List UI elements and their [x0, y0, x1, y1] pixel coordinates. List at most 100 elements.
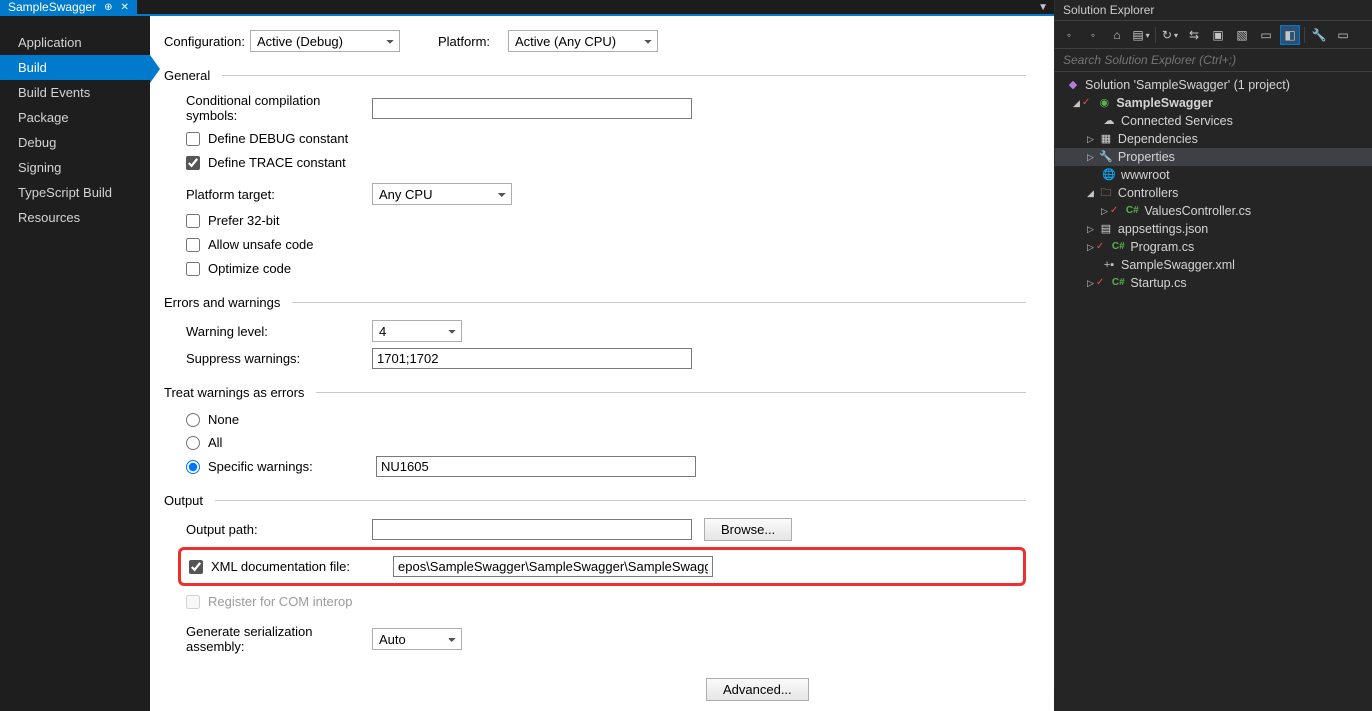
folder-icon: 🗀	[1098, 184, 1114, 202]
tab-sampleswagger[interactable]: SampleSwagger ⊕ ✕	[0, 0, 137, 14]
solution-explorer: Solution Explorer ◦ ◦ ⌂ ▤ ↻ ⇆ ▣ ▧ ▭ ◧ 🔧 …	[1054, 0, 1372, 689]
define-debug-checkbox[interactable]	[186, 132, 200, 146]
xml-doc-highlight: XML documentation file:	[178, 547, 1026, 586]
expander-icon[interactable]: ▷	[1087, 148, 1094, 166]
home-icon[interactable]: ⌂	[1107, 25, 1127, 45]
prefer32-checkbox[interactable]	[186, 214, 200, 228]
treat-none-radio[interactable]	[186, 413, 200, 427]
tree-project[interactable]: ◢ ✓ ◉ SampleSwagger	[1055, 94, 1372, 112]
tree-values-controller[interactable]: ▷ ✓ C# ValuesController.cs	[1055, 202, 1372, 220]
sidebar-item-signing[interactable]: Signing	[0, 155, 150, 180]
tree-appsettings[interactable]: ▷ ▤ appsettings.json	[1055, 220, 1372, 238]
tree-dependencies[interactable]: ▷ ▦ Dependencies	[1055, 130, 1372, 148]
tree-sampleswagger-xml[interactable]: +▪ SampleSwagger.xml	[1055, 256, 1372, 274]
sidebar-item-build-events[interactable]: Build Events	[0, 80, 150, 105]
scope-icon[interactable]: ▤	[1131, 25, 1151, 45]
solution-explorer-toolbar: ◦ ◦ ⌂ ▤ ↻ ⇆ ▣ ▧ ▭ ◧ 🔧 ▭	[1055, 20, 1372, 49]
expander-icon[interactable]: ▷	[1087, 238, 1094, 256]
git-status-icon: ✓	[1096, 274, 1104, 292]
solution-explorer-search[interactable]	[1055, 49, 1372, 72]
treat-specific-radio[interactable]	[186, 460, 200, 474]
git-status-icon: ✓	[1082, 94, 1090, 112]
project-settings-sidebar: Application Build Build Events Package D…	[0, 16, 150, 711]
sidebar-item-typescript-build[interactable]: TypeScript Build	[0, 180, 150, 205]
sidebar-item-debug[interactable]: Debug	[0, 130, 150, 155]
tab-label: SampleSwagger	[8, 0, 96, 14]
optimize-checkbox[interactable]	[186, 262, 200, 276]
sidebar-item-application[interactable]: Application	[0, 30, 150, 55]
tree-solution[interactable]: ◆ Solution 'SampleSwagger' (1 project)	[1055, 76, 1372, 94]
define-trace-checkbox[interactable]	[186, 156, 200, 170]
section-errors-title: Errors and warnings	[164, 295, 280, 310]
platform-select[interactable]: Active (Any CPU)	[508, 30, 658, 52]
section-treat-title: Treat warnings as errors	[164, 385, 304, 400]
cond-symbols-label: Conditional compilation symbols:	[186, 93, 372, 123]
optimize-label: Optimize code	[208, 259, 291, 279]
treat-specific-input[interactable]	[376, 456, 696, 477]
suppress-warnings-label: Suppress warnings:	[186, 351, 372, 366]
define-trace-label: Define TRACE constant	[208, 153, 346, 173]
browse-button[interactable]: Browse...	[704, 518, 792, 541]
configuration-label: Configuration:	[164, 34, 240, 49]
tree-startup[interactable]: ▷ ✓ C# Startup.cs	[1055, 274, 1372, 292]
expander-icon[interactable]: ▷	[1087, 130, 1094, 148]
solution-explorer-title: Solution Explorer	[1055, 0, 1372, 20]
globe-icon: 🌐	[1101, 166, 1117, 184]
sidebar-item-resources[interactable]: Resources	[0, 205, 150, 230]
tree-program[interactable]: ▷ ✓ C# Program.cs	[1055, 238, 1372, 256]
warning-level-label: Warning level:	[186, 324, 372, 339]
suppress-warnings-input[interactable]	[372, 348, 692, 369]
expander-icon[interactable]: ◢	[1073, 94, 1080, 112]
cond-symbols-input[interactable]	[372, 98, 692, 119]
tree-connected-services[interactable]: ☁ Connected Services	[1055, 112, 1372, 130]
allow-unsafe-checkbox[interactable]	[186, 238, 200, 252]
treat-all-radio[interactable]	[186, 436, 200, 450]
close-icon[interactable]: ✕	[120, 2, 128, 13]
csharp-file-icon: C#	[1110, 274, 1126, 292]
back-icon[interactable]: ◦	[1059, 25, 1079, 45]
sidebar-item-build[interactable]: Build	[0, 55, 150, 80]
platform-target-select[interactable]: Any CPU	[372, 183, 512, 205]
platform-target-label: Platform target:	[186, 187, 372, 202]
section-general-title: General	[164, 68, 210, 83]
sync-icon[interactable]: ↻	[1160, 25, 1180, 45]
warning-level-select[interactable]: 4	[372, 320, 462, 342]
prefer32-label: Prefer 32-bit	[208, 211, 280, 231]
pin-panel-icon[interactable]: ▭	[1333, 25, 1353, 45]
collapse-icon[interactable]: ▣	[1208, 25, 1228, 45]
configuration-select[interactable]: Active (Debug)	[250, 30, 400, 52]
output-path-input[interactable]	[372, 519, 692, 540]
solution-explorer-search-input[interactable]	[1055, 49, 1372, 71]
editor-area: SampleSwagger ⊕ ✕ ▼ Application Build Bu…	[0, 0, 1054, 689]
build-settings-content: Configuration: Active (Debug) Platform: …	[150, 16, 1054, 711]
gen-serialization-select[interactable]: Auto	[372, 628, 462, 650]
advanced-button[interactable]: Advanced...	[706, 678, 809, 701]
expander-icon[interactable]: ▷	[1087, 274, 1094, 292]
csharp-file-icon: C#	[1110, 238, 1126, 256]
json-file-icon: ▤	[1098, 220, 1114, 238]
expander-icon[interactable]: ◢	[1087, 184, 1094, 202]
xml-doc-input[interactable]	[393, 556, 713, 577]
xml-doc-label: XML documentation file:	[211, 557, 385, 577]
tree-controllers[interactable]: ◢ 🗀 Controllers	[1055, 184, 1372, 202]
csharp-file-icon: C#	[1124, 202, 1140, 220]
tree-properties[interactable]: ▷ 🔧 Properties	[1055, 148, 1372, 166]
expander-icon[interactable]: ▷	[1101, 202, 1108, 220]
pin-icon[interactable]: ⊕	[104, 2, 112, 13]
preview-icon[interactable]: ◧	[1280, 25, 1300, 45]
show-all-icon[interactable]: ▧	[1232, 25, 1252, 45]
forward-icon[interactable]: ◦	[1083, 25, 1103, 45]
xml-doc-checkbox[interactable]	[189, 560, 203, 574]
wrench-icon[interactable]: 🔧	[1309, 25, 1329, 45]
properties-icon[interactable]: ▭	[1256, 25, 1276, 45]
gen-serialization-label: Generate serialization assembly:	[186, 624, 372, 654]
sidebar-item-package[interactable]: Package	[0, 105, 150, 130]
tree-wwwroot[interactable]: 🌐 wwwroot	[1055, 166, 1372, 184]
tab-strip: SampleSwagger ⊕ ✕ ▼	[0, 0, 1054, 16]
expander-icon[interactable]: ▷	[1087, 220, 1094, 238]
tab-overflow-dropdown[interactable]: ▼	[1032, 0, 1054, 14]
register-com-label: Register for COM interop	[208, 592, 353, 612]
refresh-icon[interactable]: ⇆	[1184, 25, 1204, 45]
git-status-icon: ✓	[1110, 202, 1118, 220]
solution-icon: ◆	[1065, 76, 1081, 94]
